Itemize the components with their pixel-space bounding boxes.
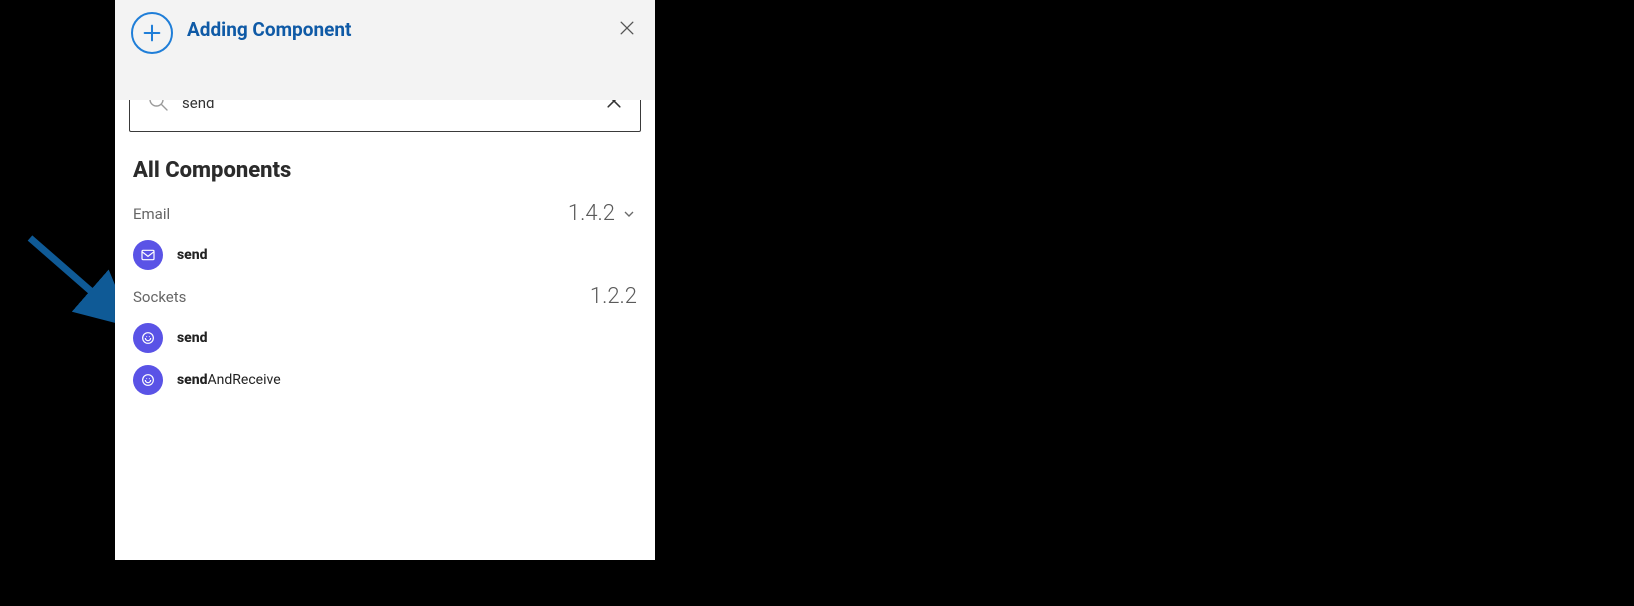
component-item-label: send (177, 247, 208, 263)
component-list: Email1.4.2sendSockets1.2.2sendsendAndRec… (115, 193, 655, 401)
panel-header: Adding Component (115, 0, 655, 100)
rest-text: AndReceive (208, 372, 281, 388)
group-name: Email (133, 205, 170, 223)
add-component-panel: Adding Component All Components Email 1.4… (115, 0, 655, 560)
group-name: Sockets (133, 288, 186, 306)
chevron-down-icon (621, 206, 637, 222)
group-version: 1.2.2 (590, 284, 637, 309)
component-item[interactable]: send (115, 234, 655, 276)
version-text: 1.2.2 (590, 284, 637, 309)
version-text: 1.4.2 (568, 201, 615, 226)
group-version[interactable]: 1.4.2 (568, 201, 637, 226)
match-text: send (177, 330, 208, 346)
socket-icon (133, 323, 163, 353)
component-group-header: Sockets 1.2.2 (115, 276, 655, 317)
component-item[interactable]: sendAndReceive (115, 359, 655, 401)
component-item-label: send (177, 330, 208, 346)
section-title: All Components (133, 158, 637, 183)
envelope-icon (133, 240, 163, 270)
component-item-label: sendAndReceive (177, 372, 281, 388)
component-item[interactable]: send (115, 317, 655, 359)
panel-title: Adding Component (187, 18, 351, 41)
match-text: send (177, 247, 208, 263)
close-button[interactable] (617, 18, 637, 42)
match-text: send (177, 372, 208, 388)
socket-icon (133, 365, 163, 395)
component-group-header[interactable]: Email 1.4.2 (115, 193, 655, 234)
plus-icon (131, 12, 173, 54)
close-icon (617, 18, 637, 38)
